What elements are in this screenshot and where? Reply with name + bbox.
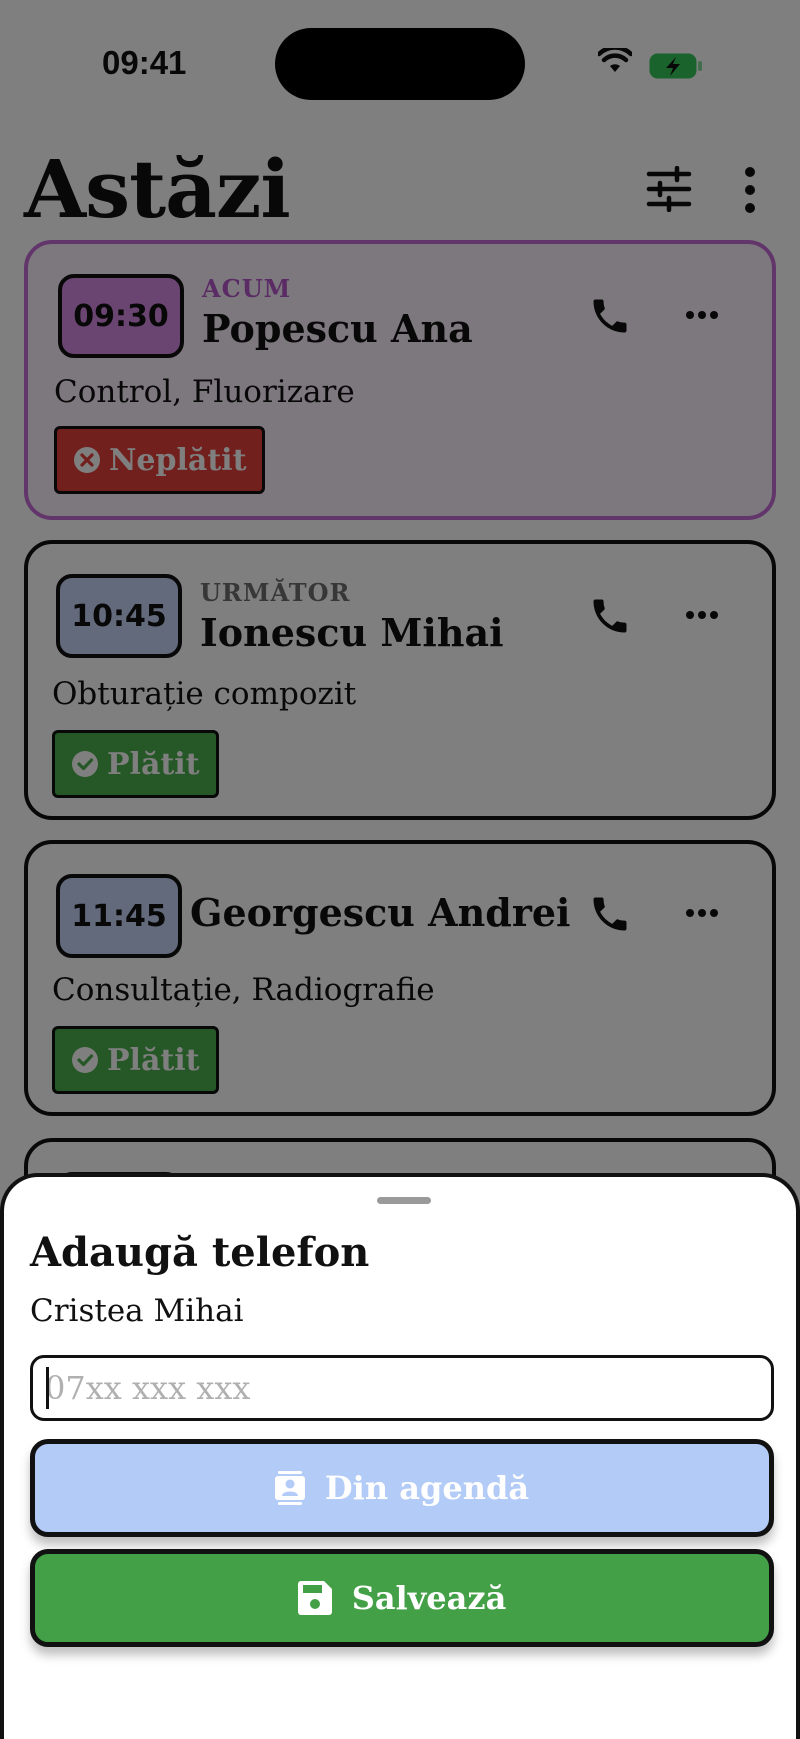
from-contacts-label: Din agendă (324, 1469, 530, 1507)
phone-input[interactable] (30, 1355, 774, 1421)
contact-icon (274, 1471, 305, 1505)
sheet-grabber[interactable] (377, 1197, 431, 1204)
from-contacts-button[interactable]: Din agendă (30, 1439, 774, 1537)
save-label: Salvează (351, 1579, 507, 1617)
patient-name: Cristea Mihai (30, 1293, 244, 1329)
save-icon (297, 1581, 332, 1615)
add-phone-sheet: Adaugă telefon Cristea Mihai Din agendă … (0, 1173, 800, 1739)
save-button[interactable]: Salvează (30, 1549, 774, 1647)
sheet-title: Adaugă telefon (30, 1229, 370, 1276)
text-caret (46, 1367, 49, 1409)
app-screen: 09:41 Astăzi 09:30 ACUM Popescu Ana (0, 0, 800, 1739)
